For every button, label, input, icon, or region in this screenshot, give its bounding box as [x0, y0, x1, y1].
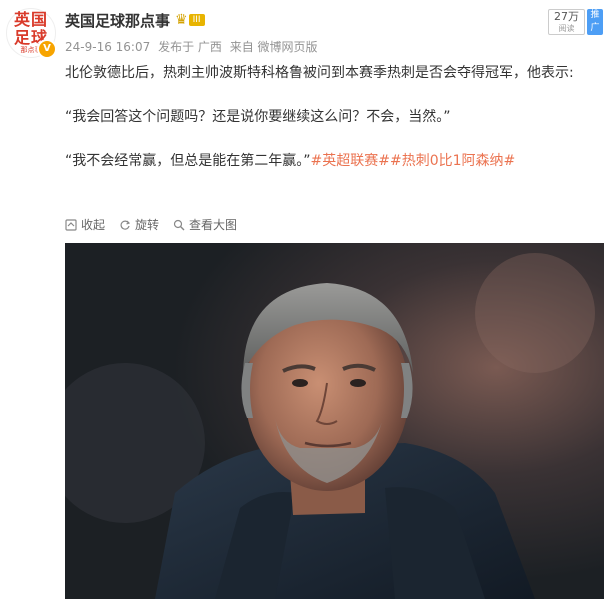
rotate-button[interactable]: 旋转 [119, 216, 159, 233]
view-large-label: 查看大图 [189, 218, 238, 232]
hashtag-premier-league[interactable]: #英超联赛# [311, 153, 390, 169]
promote-button[interactable]: 推广 [587, 9, 603, 35]
member-badge[interactable]: ♛ III [175, 12, 205, 28]
post-quote-2-text: “我不会经常赢，但总是能在第二年赢。” [65, 153, 311, 169]
read-count-badge: 27万 阅读 [548, 9, 585, 35]
collapse-icon [65, 218, 77, 231]
post-time[interactable]: 24-9-16 16:07 [65, 40, 150, 54]
image-toolbar: 收起 旋转 查看大图 [65, 216, 237, 233]
rotate-icon [120, 220, 131, 230]
post-quote-2: “我不会经常赢，但总是能在第二年赢。”#英超联赛##热刺0比1阿森纳# [65, 150, 595, 172]
verified-icon: V [37, 39, 57, 59]
hashtag-spurs-arsenal[interactable]: #热刺0比1阿森纳# [390, 153, 515, 169]
post-source: 来自 微博网页版 [229, 40, 318, 54]
magnify-icon [173, 219, 185, 230]
post-paragraph: 北伦敦德比后，热刺主帅波斯特科格鲁被问到本赛季热刺是否会夺得冠军，他表示: [65, 65, 574, 81]
post-quote-1: “我会回答这个问题吗？还是说你要继续这么问？不会，当然。” [65, 109, 451, 125]
post-image[interactable] [65, 243, 604, 599]
post-location: 发布于 广西 [158, 40, 222, 54]
rotate-label: 旋转 [135, 218, 160, 232]
read-count: 27万 [554, 10, 579, 23]
portrait-illustration [65, 243, 604, 599]
post-meta: 24-9-16 16:07 发布于 广西 来自 微博网页版 [65, 38, 322, 55]
post-content: 北伦敦德比后，热刺主帅波斯特科格鲁被问到本赛季热刺是否会夺得冠军，他表示: “我… [65, 62, 595, 172]
crown-icon: ♛ [175, 12, 188, 28]
member-level: III [188, 14, 205, 26]
collapse-button[interactable]: 收起 [65, 216, 105, 233]
view-large-button[interactable]: 查看大图 [173, 216, 237, 233]
user-name[interactable]: 英国足球那点事 [65, 10, 170, 31]
collapse-label: 收起 [81, 218, 106, 232]
avatar[interactable]: 英国 足球 那点事 V [6, 8, 57, 59]
read-label: 阅读 [558, 24, 575, 33]
